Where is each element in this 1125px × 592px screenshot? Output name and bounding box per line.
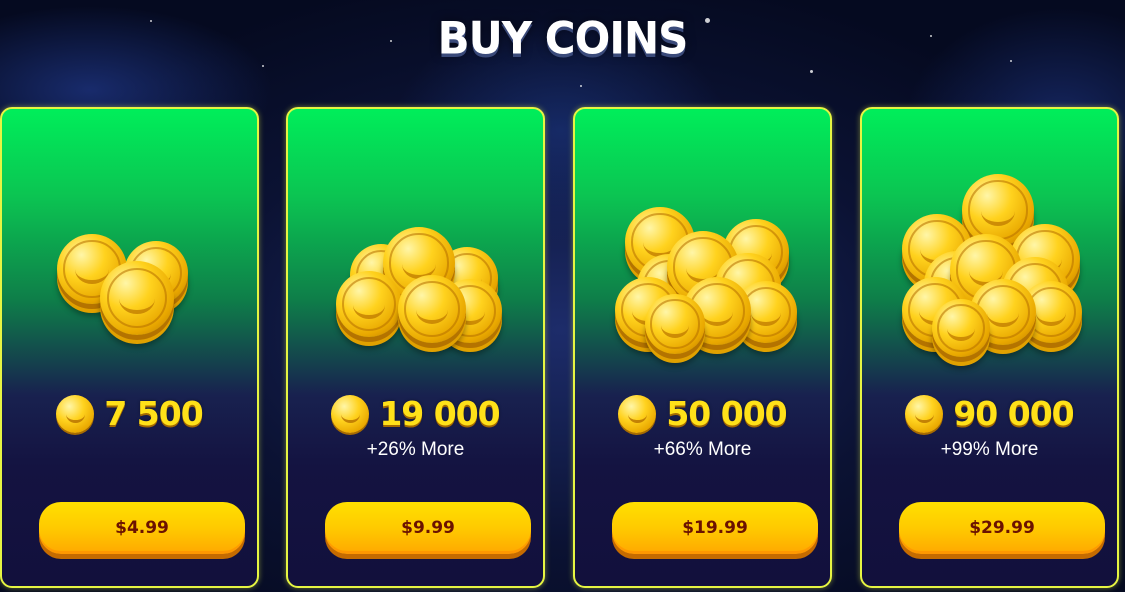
buy-button-pack-4[interactable]: $29.99	[899, 502, 1105, 554]
page-title: BUY COINS	[437, 12, 689, 65]
buy-button-pack-2[interactable]: $9.99	[325, 502, 531, 554]
coin-pile-medium-icon	[288, 169, 543, 349]
bonus-label: +99% More	[940, 439, 1039, 460]
coin-amount-row: 7 500	[2, 394, 257, 433]
banana-coin-icon	[56, 394, 95, 433]
banana-coin-icon	[905, 394, 944, 433]
coin-amount-row: 90 000	[862, 394, 1117, 433]
coin-pack-card-4: 90 000 +99% More $29.99	[860, 107, 1119, 588]
coin-amount-row: 19 000	[288, 394, 543, 433]
bonus-label: +66% More	[653, 439, 752, 460]
coin-amount: 19 000	[379, 394, 500, 433]
coin-pack-card-3: 50 000 +66% More $19.99	[573, 107, 832, 588]
coin-pack-card-2: 19 000 +26% More $9.99	[286, 107, 545, 588]
coin-pile-xlarge-icon	[862, 169, 1117, 357]
banana-coin-icon	[618, 394, 657, 433]
coin-amount-row: 50 000	[575, 394, 830, 433]
coin-pile-large-icon	[575, 169, 830, 354]
banana-coin-icon	[331, 394, 370, 433]
coin-pack-card-1: 7 500 $4.99	[0, 107, 259, 588]
coin-amount: 90 000	[953, 394, 1074, 433]
buy-button-pack-1[interactable]: $4.99	[39, 502, 245, 554]
coin-amount: 7 500	[104, 394, 203, 433]
bonus-label: +26% More	[366, 439, 465, 460]
coin-amount: 50 000	[666, 394, 787, 433]
buy-button-pack-3[interactable]: $19.99	[612, 502, 818, 554]
coin-pile-small-icon	[2, 169, 257, 349]
